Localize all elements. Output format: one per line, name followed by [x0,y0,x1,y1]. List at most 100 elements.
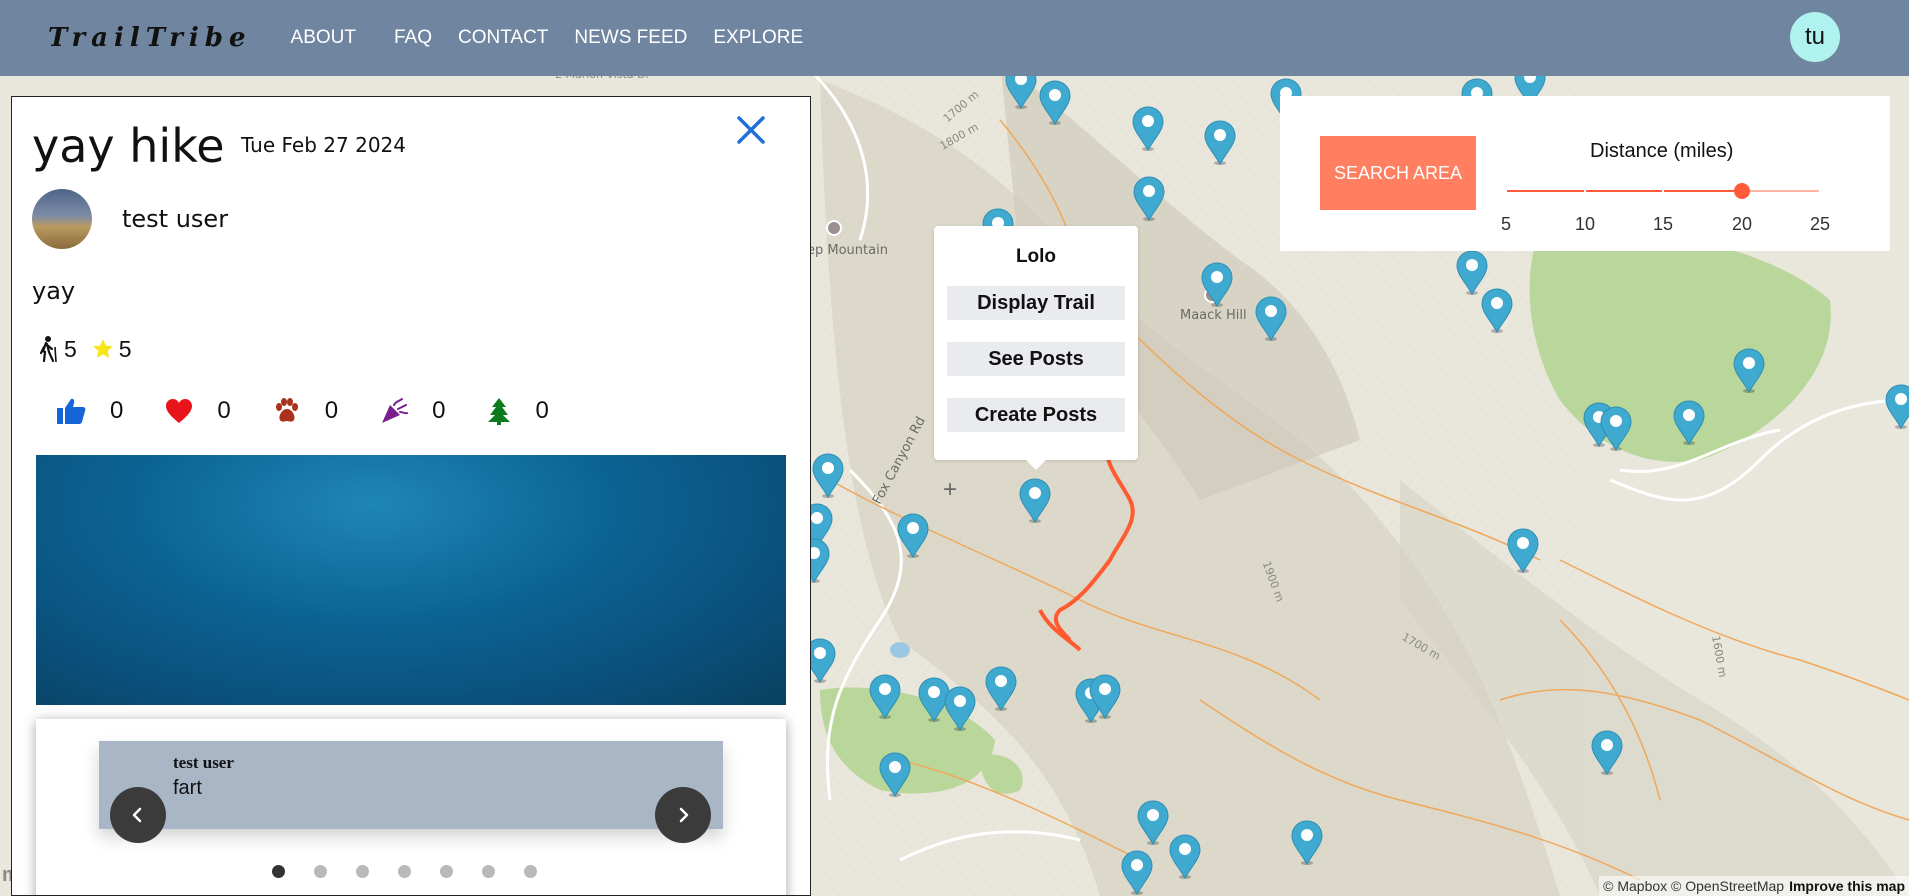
trail-marker-icon[interactable] [1480,288,1514,334]
search-area-panel: SEARCH AREA Distance (miles) 5 10 15 20 25 [1280,96,1890,251]
trail-marker-icon[interactable] [1038,80,1072,126]
slider-tick-label: 15 [1652,214,1674,234]
nav-link-explore[interactable]: EXPLORE [700,27,816,49]
trail-marker-icon[interactable] [878,752,912,798]
slider-tick [1584,187,1586,195]
trail-marker-icon[interactable] [811,453,845,499]
trail-marker-icon[interactable] [1254,296,1288,342]
trail-marker-icon[interactable] [1884,384,1909,430]
nav-link-about[interactable]: ABOUT [282,27,369,49]
paw-icon [275,398,298,422]
close-icon [737,116,765,144]
difficulty-stat: 5 [36,335,77,363]
reaction-count-paw: 0 [324,397,339,424]
nav-link-contact[interactable]: CONTACT [445,27,561,49]
reaction-count-heart: 0 [217,397,231,424]
improve-map-link[interactable]: Improve this map [1789,878,1905,894]
comment-text: fart [173,777,202,799]
trail-marker-icon[interactable] [1120,850,1154,896]
distance-label: Distance (miles) [1590,140,1734,162]
search-area-button[interactable]: SEARCH AREA [1320,136,1476,210]
trail-popup: Lolo Display Trail See Posts Create Post… [934,226,1138,470]
heart-icon [166,399,193,423]
difficulty-value: 5 [64,335,77,362]
slider-tick [1505,187,1507,195]
display-trail-button[interactable]: Display Trail [947,286,1125,320]
post-body: yay [32,277,76,305]
reaction-count-party: 0 [432,397,446,424]
create-posts-button[interactable]: Create Posts [947,398,1125,432]
slider-tick [1819,187,1821,195]
reaction-party[interactable]: 0 [380,397,445,425]
slider-tick-label: 25 [1809,214,1831,234]
nav-links: ABOUT FAQ CONTACT NEWS FEED EXPLORE [282,27,817,49]
slider-thumb[interactable] [1734,183,1750,199]
trail-marker-icon[interactable] [1599,406,1633,452]
comment-card: test user fart [99,741,723,829]
reaction-tree[interactable]: 0 [487,397,549,425]
carousel-prev-button[interactable] [110,787,166,843]
chevron-left-icon [132,807,142,823]
trail-marker-icon[interactable] [1200,262,1234,308]
carousel-dot[interactable] [482,865,495,878]
trail-marker-icon[interactable] [1131,106,1165,152]
chevron-right-icon [679,807,689,823]
author-name[interactable]: test user [122,205,228,233]
carousel-dot[interactable] [398,865,411,878]
reaction-count-tree: 0 [535,397,549,424]
attribution-text[interactable]: © Mapbox © OpenStreetMap [1603,878,1784,894]
trail-marker-icon[interactable] [1290,820,1324,866]
trail-name: Lolo [1015,246,1057,267]
carousel-dot[interactable] [272,865,285,878]
see-posts-button[interactable]: See Posts [947,342,1125,376]
trail-marker-icon[interactable] [1672,400,1706,446]
comment-author: test user [173,753,234,772]
crosshair-icon: + [943,476,958,503]
trail-marker-icon[interactable] [1732,348,1766,394]
author-avatar[interactable] [32,189,92,249]
reaction-paw[interactable]: 0 [273,397,338,425]
carousel-next-button[interactable] [655,787,711,843]
slider-tick-label: 20 [1731,214,1753,234]
trail-marker-icon[interactable] [1203,120,1237,166]
trail-marker-icon[interactable] [1168,834,1202,880]
post-stats: 5 5 [36,335,146,363]
distance-slider[interactable] [1505,183,1821,199]
nav-link-news-feed[interactable]: NEWS FEED [561,27,700,49]
map-label-mountain: ep Mountain [807,243,888,258]
top-navigation: TrailTribe ABOUT FAQ CONTACT NEWS FEED E… [0,0,1909,76]
reactions-bar: 0 0 0 0 0 [56,397,591,425]
post-photo[interactable] [36,455,786,705]
star-icon [92,339,113,358]
trail-marker-icon[interactable] [1590,730,1624,776]
trail-marker-icon[interactable] [943,686,977,732]
trail-marker-icon[interactable] [1132,176,1166,222]
map-attribution: © Mapbox © OpenStreetMap Improve this ma… [1599,876,1909,896]
trail-marker-icon[interactable] [868,674,902,720]
nav-link-faq[interactable]: FAQ [381,27,445,49]
post-title: yay hike [32,119,225,173]
user-avatar-button[interactable]: tu [1790,12,1840,62]
close-button[interactable] [734,113,768,147]
trail-marker-icon[interactable] [1018,478,1052,524]
trail-marker-icon[interactable] [1136,800,1170,846]
brand-logo[interactable]: TrailTribe [48,23,252,53]
carousel-dot[interactable] [356,865,369,878]
comments-carousel: test user fart [36,719,786,895]
reaction-count-thumbs-up: 0 [110,397,124,424]
carousel-dot[interactable] [440,865,453,878]
trail-marker-icon[interactable] [896,513,930,559]
slider-filled-track [1506,190,1742,192]
rating-value: 5 [118,335,132,362]
slider-tick-label: 5 [1500,214,1511,234]
thumbs-up-icon [57,398,86,424]
carousel-dot[interactable] [314,865,327,878]
trail-marker-icon[interactable] [1506,528,1540,574]
trail-marker-icon[interactable] [984,666,1018,712]
reaction-thumbs-up[interactable]: 0 [56,397,123,425]
reaction-heart[interactable]: 0 [165,397,231,425]
slider-tick-label: 10 [1574,214,1596,234]
trail-marker-icon[interactable] [1088,674,1122,720]
hiker-icon [39,336,57,363]
carousel-dot[interactable] [524,865,537,878]
